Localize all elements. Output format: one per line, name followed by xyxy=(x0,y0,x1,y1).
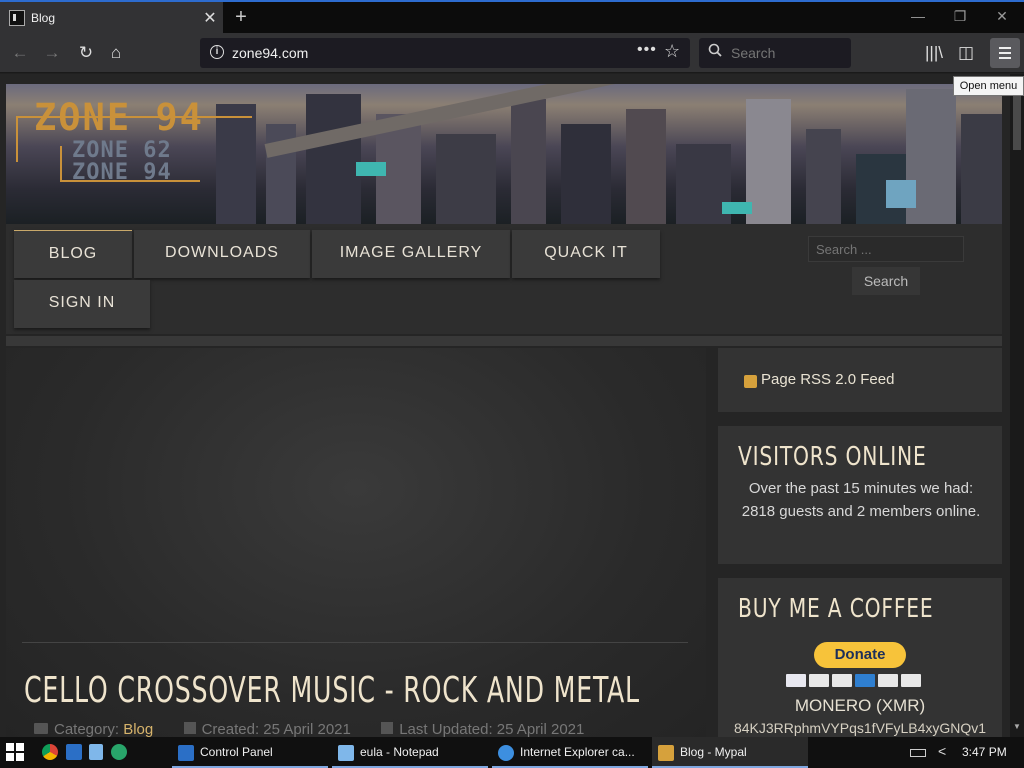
coffee-title: BUY ME A COFFEE xyxy=(738,594,934,624)
header-divider xyxy=(6,336,1002,346)
open-menu-tooltip: Open menu xyxy=(953,76,1024,96)
library-icon[interactable]: |||\ xyxy=(920,39,948,67)
back-button[interactable]: ← xyxy=(6,39,34,67)
post-meta: Category: Blog Created: 25 April 2021 La… xyxy=(34,721,584,737)
monero-address[interactable]: 84KJ3RRphmVYPqs1fVFyLB4xyGNQv1 xyxy=(718,720,1002,736)
nav-blog[interactable]: BLOG xyxy=(14,230,132,278)
control-panel-icon xyxy=(178,744,194,761)
rss-icon xyxy=(744,375,757,388)
control-panel-pinned-icon[interactable] xyxy=(66,744,82,760)
windows-start-icon[interactable] xyxy=(6,743,24,761)
navigation-toolbar: ← → ↻ ⌂ i zone94.com ••• ☆ |||\ ◫ xyxy=(0,33,1024,73)
sidebar-toggle-icon[interactable]: ◫ xyxy=(952,39,980,67)
category-link[interactable]: Blog xyxy=(123,721,153,737)
reload-button[interactable]: ↻ xyxy=(72,39,100,67)
browser-search-box[interactable] xyxy=(699,38,851,68)
minimize-button[interactable]: — xyxy=(898,5,938,29)
windows-taskbar: Control Panel eula - Notepad Internet Ex… xyxy=(0,737,1024,768)
home-button[interactable]: ⌂ xyxy=(102,39,130,67)
nav-quack-it[interactable]: QUACK IT xyxy=(512,230,660,278)
notepad-pinned-icon[interactable] xyxy=(89,744,103,760)
info-icon[interactable]: i xyxy=(210,45,224,59)
rss-link[interactable]: Page RSS 2.0 Feed xyxy=(761,371,894,388)
show-hidden-icons-chevron-icon[interactable]: < xyxy=(938,743,946,759)
post-title[interactable]: CELLO CROSSOVER MUSIC - ROCK AND METAL xyxy=(24,670,640,711)
nav-image-gallery[interactable]: IMAGE GALLERY xyxy=(312,230,510,278)
coffee-card: BUY ME A COFFEE Donate MONERO (XMR) 84KJ… xyxy=(718,578,1002,737)
category-label: Category: xyxy=(54,721,120,737)
monero-label: MONERO (XMR) xyxy=(794,696,926,715)
calendar-icon xyxy=(381,722,394,734)
taskbar-app-control-panel[interactable]: Control Panel xyxy=(172,737,328,768)
discover-icon xyxy=(878,674,898,687)
post-separator xyxy=(22,642,688,643)
visitors-text: Over the past 15 minutes we had: 2818 gu… xyxy=(741,480,981,520)
amex-icon xyxy=(855,674,875,687)
bookmark-star-icon[interactable]: ☆ xyxy=(664,41,680,62)
calendar-icon xyxy=(183,722,196,734)
visa-icon xyxy=(786,674,806,687)
site-search-button[interactable]: Search xyxy=(852,267,920,295)
chrome-icon[interactable] xyxy=(42,744,58,760)
url-text[interactable]: zone94.com xyxy=(232,45,308,61)
search-icon xyxy=(708,43,722,57)
taskbar-app-internet-explorer[interactable]: Internet Explorer ca... xyxy=(492,737,648,768)
url-bar[interactable]: i zone94.com ••• ☆ xyxy=(200,38,690,68)
restore-button[interactable]: ❐ xyxy=(940,5,980,29)
close-tab-icon[interactable]: ✕ xyxy=(197,8,223,28)
keyboard-icon[interactable] xyxy=(910,749,926,757)
new-tab-button[interactable]: + xyxy=(228,6,254,30)
browser-pinned-icon[interactable] xyxy=(111,744,127,760)
scrollbar-thumb[interactable] xyxy=(1013,90,1021,150)
open-menu-button[interactable] xyxy=(990,38,1020,68)
nav-downloads[interactable]: DOWNLOADS xyxy=(134,230,310,278)
notepad-icon xyxy=(338,744,354,761)
site-search-input[interactable] xyxy=(808,236,964,262)
bank-card-icon xyxy=(901,674,921,687)
page-actions-icon[interactable]: ••• xyxy=(637,41,657,59)
folder-icon xyxy=(34,723,48,734)
logo-subtext-2: ZONE 94 xyxy=(72,160,172,185)
payment-cards xyxy=(786,674,921,688)
maestro-icon xyxy=(832,674,852,687)
page-scrollbar[interactable]: ▲ ▼ xyxy=(1010,74,1024,737)
browser-search-input[interactable] xyxy=(729,44,844,62)
updated-date: Last Updated: 25 April 2021 xyxy=(399,721,585,737)
clock[interactable]: 3:47 PM xyxy=(962,745,1007,759)
tab-title: Blog xyxy=(31,10,56,25)
web-page: ZONE 94 ZONE 62 ZONE 94 BLOG DOWNLOADS I… xyxy=(0,74,1010,737)
nav-sign-in[interactable]: SIGN IN xyxy=(14,280,150,328)
site-logo[interactable]: ZONE 94 xyxy=(34,96,204,139)
created-date: Created: 25 April 2021 xyxy=(201,721,351,737)
close-window-button[interactable]: ✕ xyxy=(982,5,1022,29)
visitors-title: VISITORS ONLINE xyxy=(738,442,927,472)
mypal-icon xyxy=(658,744,674,761)
donate-button[interactable]: Donate xyxy=(814,642,906,668)
taskbar-app-mypal[interactable]: Blog - Mypal xyxy=(652,737,808,768)
browser-tab[interactable]: Blog ✕ xyxy=(0,2,223,33)
visitors-card: VISITORS ONLINE Over the past 15 minutes… xyxy=(718,426,1002,564)
internet-explorer-icon xyxy=(498,744,514,761)
site-banner: ZONE 94 ZONE 62 ZONE 94 xyxy=(6,84,1002,224)
scroll-down-icon[interactable]: ▼ xyxy=(1010,722,1024,736)
rss-card: Page RSS 2.0 Feed xyxy=(718,348,1002,412)
forward-button[interactable]: → xyxy=(38,39,66,67)
title-bar: Blog ✕ + — ❐ ✕ xyxy=(0,0,1024,33)
mastercard-icon xyxy=(809,674,829,687)
site-favicon-icon xyxy=(9,9,25,26)
taskbar-app-notepad[interactable]: eula - Notepad xyxy=(332,737,488,768)
